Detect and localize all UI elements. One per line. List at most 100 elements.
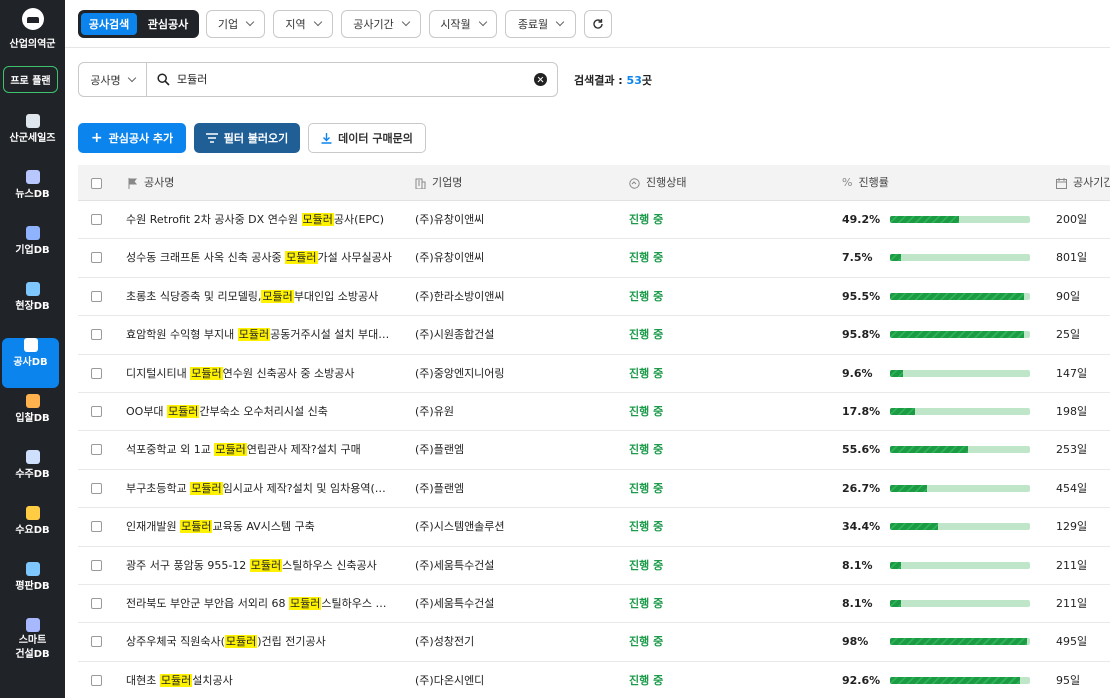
search-input[interactable]: 모듈러 bbox=[177, 63, 517, 96]
project-name-cell[interactable]: 전라북도 부안군 부안읍 서외리 68 모듈러스틸하우스 … bbox=[126, 585, 396, 623]
project-name-cell[interactable]: 초롱초 식당증축 및 리모델링,모듈러부대인입 소방공사 bbox=[126, 278, 396, 316]
search-field-select[interactable]: 공사명 bbox=[79, 63, 147, 96]
sidebar-item-9[interactable]: 스마트 건설DB bbox=[0, 618, 65, 676]
project-name-cell[interactable]: 효암학원 수익형 부지내 모듈러공동거주시설 설치 부대… bbox=[126, 316, 396, 354]
select-all-checkbox[interactable] bbox=[91, 177, 102, 189]
sidebar-item-1[interactable]: 뉴스DB bbox=[0, 170, 65, 220]
project-name-cell[interactable]: 석포중학교 외 1교 모듈러연립관사 제작?설치 구매 bbox=[126, 431, 396, 469]
sidebar-item-2[interactable]: 기업DB bbox=[0, 226, 65, 276]
row-checkbox[interactable] bbox=[91, 214, 102, 225]
project-name-cell[interactable]: OO부대 모듈러간부숙소 오수처리시설 신축 bbox=[126, 393, 396, 431]
header-progress[interactable]: % 진행률 bbox=[842, 165, 889, 201]
company-cell[interactable]: (주)다온시엔디 bbox=[415, 662, 605, 698]
progress-bar bbox=[890, 408, 1030, 415]
company-cell[interactable]: (주)성창전기 bbox=[415, 623, 605, 661]
project-name-cell[interactable]: 광주 서구 풍암동 955-12 모듈러스틸하우스 신축공사 bbox=[126, 547, 396, 585]
company-cell[interactable]: (주)플랜엠 bbox=[415, 431, 605, 469]
data-purchase-button[interactable]: 데이터 구매문의 bbox=[308, 123, 426, 153]
sidebar-item-3[interactable]: 현장DB bbox=[0, 282, 65, 332]
header-duration[interactable]: 공사기간 bbox=[1056, 165, 1110, 201]
refresh-icon bbox=[593, 19, 603, 29]
row-checkbox[interactable] bbox=[91, 636, 102, 648]
filter-end-month-dropdown[interactable]: 종료월 bbox=[505, 10, 576, 38]
project-name-cell[interactable]: 대현초 모듈러설치공사 bbox=[126, 662, 396, 698]
company-cell[interactable]: (주)시원종합건설 bbox=[415, 316, 605, 354]
progress-bar-fill bbox=[890, 676, 1020, 684]
progress-percent: 8.1% bbox=[842, 558, 873, 572]
company-cell[interactable]: (주)유창이앤씨 bbox=[415, 239, 605, 277]
table-row[interactable]: 석포중학교 외 1교 모듈러연립관사 제작?설치 구매 (주)플랜엠 진행 중 55.… bbox=[78, 431, 1110, 470]
project-name-cell[interactable]: 인재개발원 모듈러교육동 AV시스템 구축 bbox=[126, 508, 396, 546]
row-checkbox[interactable] bbox=[91, 521, 102, 533]
row-checkbox[interactable] bbox=[91, 406, 102, 417]
progress-bar-fill bbox=[890, 254, 901, 262]
header-project-name[interactable]: 공사명 bbox=[128, 165, 174, 201]
sidebar-item-6[interactable]: 수주DB bbox=[0, 450, 65, 500]
status-cell: 진행 중 bbox=[629, 366, 664, 380]
project-name-cell[interactable]: 부구초등학교 모듈러임시교사 제작?설치 및 임차용역(… bbox=[126, 470, 396, 508]
company-cell[interactable]: (주)중앙엔지니어링 bbox=[415, 355, 605, 393]
header-label: 진행률 bbox=[858, 176, 889, 189]
row-checkbox[interactable] bbox=[91, 252, 102, 264]
row-checkbox[interactable] bbox=[91, 367, 102, 379]
filter-region-dropdown[interactable]: 지역 bbox=[273, 10, 333, 38]
row-checkbox[interactable] bbox=[91, 290, 102, 302]
project-name-pre: 광주 서구 풍암동 955-12 bbox=[126, 558, 250, 572]
company-cell[interactable]: (주)세움특수건설 bbox=[415, 547, 605, 585]
filter-start-month-dropdown[interactable]: 시작월 bbox=[429, 10, 497, 38]
row-checkbox[interactable] bbox=[91, 329, 102, 341]
tab-search[interactable]: 공사검색 bbox=[81, 13, 137, 35]
company-cell[interactable]: (주)한라소방이앤씨 bbox=[415, 278, 605, 316]
project-name-cell[interactable]: 수원 Retrofit 2차 공사중 DX 연수원 모듈러공사(EPC) bbox=[126, 201, 396, 239]
company-cell[interactable]: (주)유원 bbox=[415, 393, 605, 431]
table-row[interactable]: 성수동 크래프톤 사옥 신축 공사중 모듈러가설 사무실공사 (주)유창이앤씨 진행… bbox=[78, 239, 1110, 278]
row-checkbox[interactable] bbox=[91, 444, 102, 456]
table-row[interactable]: 초롱초 식당증축 및 리모델링,모듈러부대인입 소방공사 (주)한라소방이앤씨 진행… bbox=[78, 278, 1110, 317]
row-checkbox[interactable] bbox=[91, 674, 102, 686]
sidebar-item-8[interactable]: 평판DB bbox=[0, 562, 65, 612]
table-row[interactable]: OO부대 모듈러간부숙소 오수처리시설 신축 (주)유원 진행 중 17.8% 198일 bbox=[78, 393, 1110, 432]
filter-period-dropdown[interactable]: 공사기간 bbox=[341, 10, 421, 38]
clear-icon[interactable] bbox=[534, 73, 547, 86]
add-interest-button[interactable]: + 관심공사 추가 bbox=[78, 123, 186, 153]
brand[interactable]: 산업의역군 bbox=[0, 8, 65, 50]
project-name-post: 공사(EPC) bbox=[333, 213, 385, 226]
company-cell[interactable]: (주)시스템앤솔루션 bbox=[415, 508, 605, 546]
row-checkbox[interactable] bbox=[91, 598, 102, 609]
table-row[interactable]: 디지털시티내 모듈러연수원 신축공사 중 소방공사 (주)중앙엔지니어링 진행 중 9… bbox=[78, 355, 1110, 393]
project-name-post: 연수원 신축공사 중 소방공사 bbox=[222, 366, 355, 380]
project-name-post: 임시교사 제작?설치 및 임차용역(… bbox=[222, 481, 386, 495]
project-name-cell[interactable]: 상주우체국 직원숙사(모듈러)건립 전기공사 bbox=[126, 623, 396, 661]
pro-plan-button[interactable]: 프로 플랜 bbox=[3, 66, 58, 93]
filter-company-dropdown[interactable]: 기업 bbox=[206, 10, 265, 38]
project-name-cell[interactable]: 성수동 크래프톤 사옥 신축 공사중 모듈러가설 사무실공사 bbox=[126, 239, 396, 277]
sidebar-item-7[interactable]: 수요DB bbox=[0, 506, 65, 556]
sidebar-item-4[interactable]: 공사DB bbox=[2, 338, 59, 388]
table-row[interactable]: 대현초 모듈러설치공사 (주)다온시엔디 진행 중 92.6% 95일 bbox=[78, 662, 1110, 698]
table-row[interactable]: 전라북도 부안군 부안읍 서외리 68 모듈러스틸하우스 … (주)세움특수건설 진… bbox=[78, 585, 1110, 624]
row-checkbox[interactable] bbox=[91, 482, 102, 494]
project-name-cell[interactable]: 디지털시티내 모듈러연수원 신축공사 중 소방공사 bbox=[126, 355, 396, 393]
header-company[interactable]: 기업명 bbox=[415, 165, 462, 201]
table-row[interactable]: 광주 서구 풍암동 955-12 모듈러스틸하우스 신축공사 (주)세움특수건설 진… bbox=[78, 547, 1110, 585]
header-status[interactable]: 진행상태 bbox=[629, 165, 686, 201]
table-row[interactable]: 부구초등학교 모듈러임시교사 제작?설치 및 임차용역(… (주)플랜엠 진행 중 2… bbox=[78, 470, 1110, 509]
table-row[interactable]: 효암학원 수익형 부지내 모듈러공동거주시설 설치 부대… (주)시원종합건설 진행… bbox=[78, 316, 1110, 355]
load-filter-button[interactable]: 필터 불러오기 bbox=[194, 123, 300, 153]
refresh-button[interactable] bbox=[584, 10, 612, 38]
status-cell: 진행 중 bbox=[629, 289, 664, 303]
table-row[interactable]: 인재개발원 모듈러교육동 AV시스템 구축 (주)시스템앤솔루션 진행 중 34.4%… bbox=[78, 508, 1110, 547]
sidebar-item-0[interactable]: 산군세일즈 bbox=[0, 114, 65, 164]
sidebar-item-icon bbox=[25, 282, 40, 296]
company-cell[interactable]: (주)플랜엠 bbox=[415, 470, 605, 508]
company-cell[interactable]: (주)세움특수건설 bbox=[415, 585, 605, 623]
row-checkbox[interactable] bbox=[91, 559, 102, 571]
project-name-pre: 디지털시티내 bbox=[126, 366, 191, 380]
table-row[interactable]: 상주우체국 직원숙사(모듈러)건립 전기공사 (주)성창전기 진행 중 98% 495일 bbox=[78, 623, 1110, 662]
table-row[interactable]: 수원 Retrofit 2차 공사중 DX 연수원 모듈러공사(EPC) (주)유… bbox=[78, 201, 1110, 240]
filter-label: 공사기간 bbox=[353, 18, 394, 31]
tab-interest[interactable]: 관심공사 bbox=[140, 13, 196, 35]
sidebar-item-icon bbox=[25, 450, 40, 464]
company-cell[interactable]: (주)유창이앤씨 bbox=[415, 201, 605, 239]
sidebar-item-5[interactable]: 입찰DB bbox=[0, 394, 65, 444]
